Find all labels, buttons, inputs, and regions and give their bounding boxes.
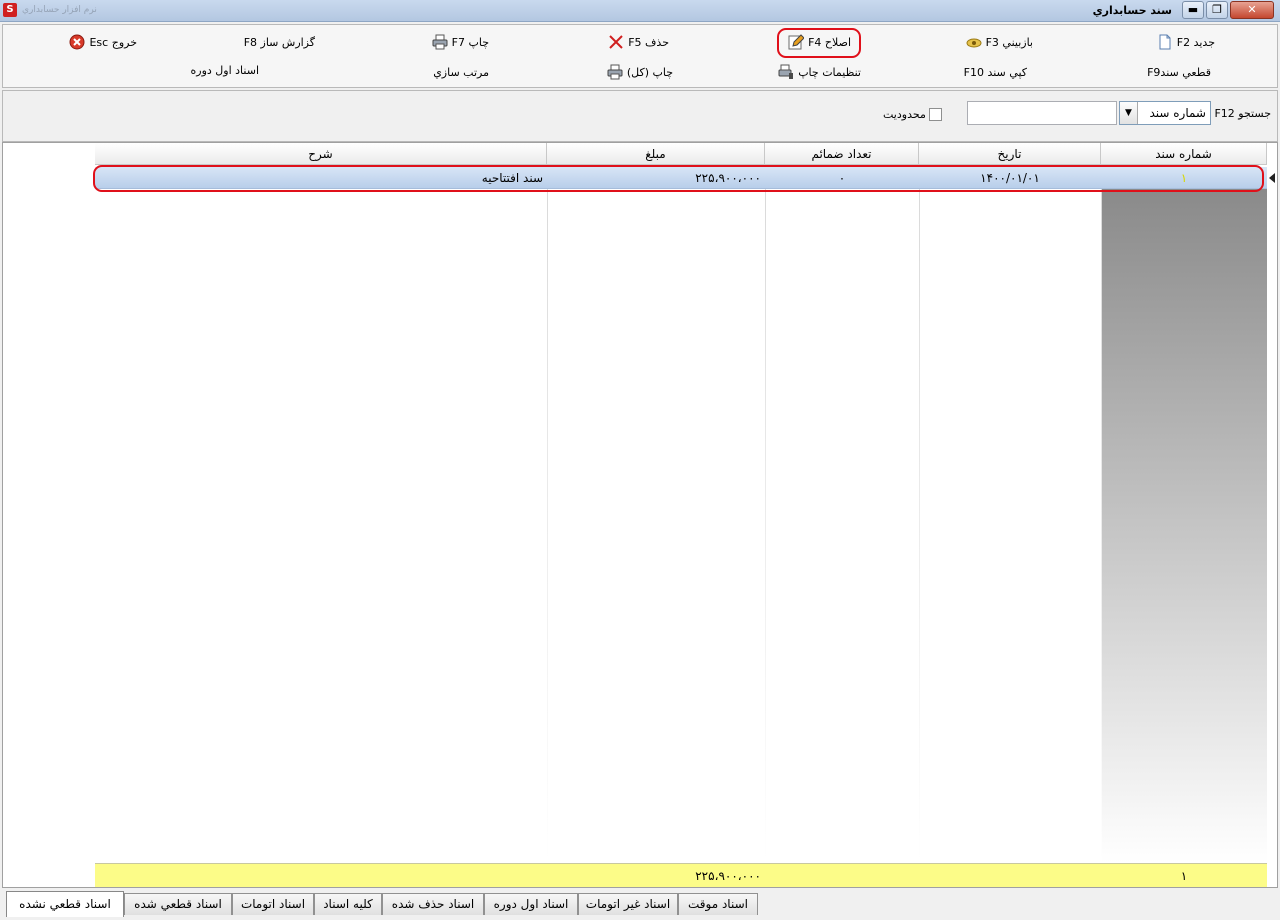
column-header-attachments[interactable]: تعداد ضمائم <box>765 143 919 165</box>
report-builder-label: گزارش ساز F8 <box>243 35 315 49</box>
documents-grid: شماره سند تاريخ تعداد ضمائم مبلغ شرح ۱ ۱… <box>95 143 1267 887</box>
tab-automatic[interactable]: اسناد اتومات <box>232 893 314 915</box>
new-button[interactable]: جديد F2 <box>1153 31 1215 53</box>
edit-pencil-icon <box>788 34 805 50</box>
edit-button[interactable]: اصلاح F4 <box>784 31 851 53</box>
current-row-indicator-icon <box>1269 173 1275 183</box>
cell-number: ۱ <box>1180 171 1188 185</box>
table-row[interactable]: ۱ ۱۴۰۰/۰۱/۰۱ ۰ ۲۲۵،۹۰۰،۰۰۰ سند افتتاحيه <box>95 167 1267 189</box>
chevron-down-icon[interactable]: ▼ <box>1120 102 1138 124</box>
column-divider <box>547 165 548 863</box>
review-button[interactable]: بازبيني F3 <box>962 31 1033 53</box>
delete-button[interactable]: حذف F5 <box>604 31 669 53</box>
number-column-shading <box>1101 189 1267 863</box>
cell-description: سند افتتاحيه <box>481 171 543 185</box>
documents-grid-area: شماره سند تاريخ تعداد ضمائم مبلغ شرح ۱ ۱… <box>2 142 1278 888</box>
document-tabs: اسناد موقت اسناد غير اتومات اسناد اول دو… <box>6 891 758 917</box>
sort-label: مرتب سازي <box>433 65 489 79</box>
new-document-icon <box>1157 34 1173 50</box>
column-header-number[interactable]: شماره سند <box>1101 143 1267 165</box>
print-all-button[interactable]: چاپ (کل) <box>603 61 673 83</box>
search-field-value: شماره سند <box>1149 106 1206 120</box>
toolbar: جديد F2 بازبيني F3 اصلاح F4 حذف F5 چاپ F… <box>2 24 1278 88</box>
column-divider <box>919 165 920 863</box>
grid-footer-totals: ۱ ۲۲۵،۹۰۰،۰۰۰ <box>95 863 1267 887</box>
cell-amount: ۲۲۵،۹۰۰،۰۰۰ <box>695 171 761 185</box>
printer-icon <box>432 34 448 50</box>
review-icon <box>966 34 982 50</box>
tab-not-finalized[interactable]: اسناد قطعي نشده <box>6 891 124 917</box>
report-builder-button[interactable]: گزارش ساز F8 <box>244 31 315 53</box>
review-label: بازبيني F3 <box>985 35 1033 49</box>
footer-count: ۱ <box>1180 869 1188 883</box>
print-settings-button[interactable]: تنظيمات چاپ <box>774 61 861 83</box>
opening-docs-label: اسناد اول دوره <box>190 63 259 77</box>
search-field-select[interactable]: شماره سند ▼ <box>1119 101 1211 125</box>
close-button[interactable]: ✕ <box>1230 1 1274 19</box>
print-all-label: چاپ (کل) <box>626 65 673 79</box>
tab-opening[interactable]: اسناد اول دوره <box>484 893 578 915</box>
print-label: چاپ F7 <box>451 35 489 49</box>
printer-all-icon <box>607 64 623 80</box>
tab-temporary[interactable]: اسناد موقت <box>678 893 758 915</box>
print-button[interactable]: چاپ F7 <box>428 31 489 53</box>
restore-button[interactable]: ❐ <box>1206 1 1228 19</box>
tab-all[interactable]: کليه اسناد <box>314 893 382 915</box>
column-header-amount[interactable]: مبلغ <box>547 143 765 165</box>
window-title: سند حسابداري <box>1092 4 1172 17</box>
search-bar: جستجو F12 شماره سند ▼ محدوديت <box>2 90 1278 142</box>
exit-label: خروج Esc <box>89 35 137 49</box>
delete-x-icon <box>608 34 624 50</box>
opening-docs-button[interactable]: اسناد اول دوره <box>191 59 259 81</box>
app-logo-icon: S <box>3 3 17 17</box>
search-label: جستجو F12 <box>1214 107 1271 120</box>
exit-close-icon <box>69 34 85 50</box>
app-name: نرم افزار حسابداري <box>22 5 97 15</box>
finalize-button[interactable]: قطعي سندF9 <box>1147 61 1211 83</box>
footer-amount-total: ۲۲۵،۹۰۰،۰۰۰ <box>695 869 761 883</box>
limit-label: محدوديت <box>883 108 926 121</box>
column-divider <box>1101 165 1102 863</box>
exit-button[interactable]: خروج Esc <box>65 31 137 53</box>
minimize-button[interactable]: ▬ <box>1182 1 1204 19</box>
column-divider <box>765 165 766 863</box>
window-titlebar: S نرم افزار حسابداري سند حسابداري ▬ ❐ ✕ <box>0 0 1280 22</box>
tab-deleted[interactable]: اسناد حذف شده <box>382 893 484 915</box>
tab-non-automatic[interactable]: اسناد غير اتومات <box>578 893 678 915</box>
tab-finalized[interactable]: اسناد قطعي شده <box>124 893 232 915</box>
sort-button[interactable]: مرتب سازي <box>433 61 489 83</box>
edit-label: اصلاح F4 <box>808 35 851 49</box>
cell-attachments: ۰ <box>838 171 846 185</box>
print-settings-icon <box>778 64 794 80</box>
cell-date: ۱۴۰۰/۰۱/۰۱ <box>980 171 1040 185</box>
delete-label: حذف F5 <box>628 35 669 49</box>
copy-label: کپي سند F10 <box>963 65 1027 79</box>
column-header-description[interactable]: شرح <box>95 143 547 165</box>
new-label: جديد F2 <box>1176 35 1215 49</box>
finalize-label: قطعي سندF9 <box>1147 65 1211 79</box>
column-header-date[interactable]: تاريخ <box>919 143 1101 165</box>
copy-document-button[interactable]: کپي سند F10 <box>964 61 1027 83</box>
limit-checkbox[interactable] <box>929 108 942 121</box>
search-input[interactable] <box>967 101 1117 125</box>
print-settings-label: تنظيمات چاپ <box>798 65 861 79</box>
